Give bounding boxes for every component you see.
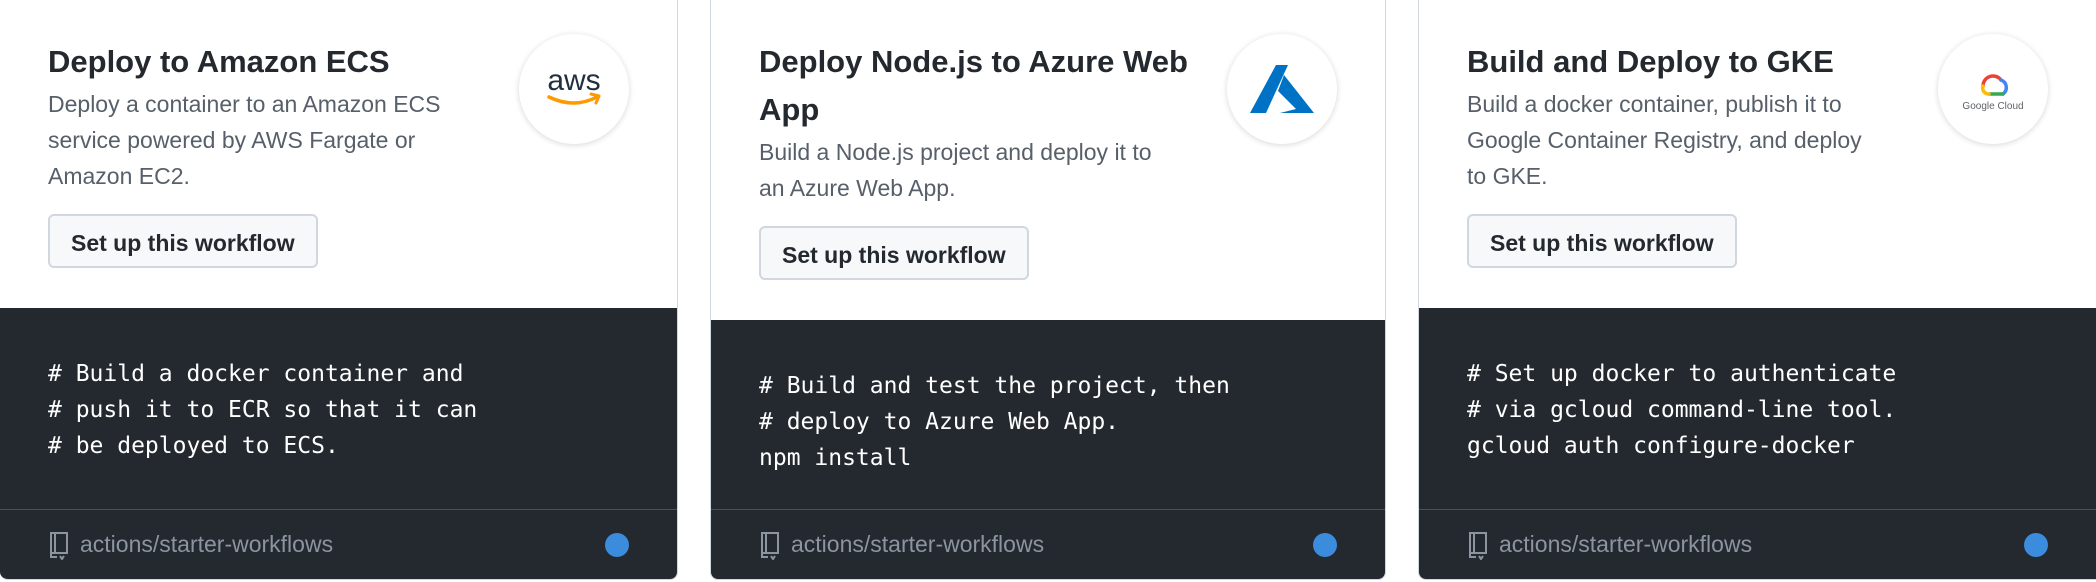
repo-icon: [48, 530, 72, 560]
code-line: # via gcloud command-line tool.: [1467, 397, 1897, 423]
code-preview: # Build and test the project, then # depl…: [711, 320, 1385, 579]
language-color-dot: [2024, 532, 2048, 557]
card-description: Build a Node.js project and deploy it to…: [759, 139, 1152, 201]
workflow-card-amazon-ecs: Deploy to Amazon ECS Deploy a container …: [0, 0, 678, 580]
repo-link[interactable]: actions/starter-workflows: [80, 531, 333, 558]
set-up-workflow-button[interactable]: Set up this workflow: [48, 214, 318, 268]
card-title: Build and Deploy to GKE: [1467, 44, 1834, 79]
code-line: gcloud auth configure-docker: [1467, 433, 1855, 459]
card-header: Deploy to Amazon ECS Deploy a container …: [0, 0, 677, 268]
card-footer: actions/starter-workflows: [0, 509, 677, 579]
card-footer: actions/starter-workflows: [711, 509, 1385, 579]
card-description: Deploy a container to an Amazon ECS serv…: [48, 91, 441, 189]
repo-icon: [1467, 530, 1491, 560]
aws-logo-icon: aws: [519, 34, 629, 144]
svg-text:Google Cloud: Google Cloud: [1962, 101, 2023, 112]
repo-link[interactable]: actions/starter-workflows: [791, 531, 1044, 558]
code-line: # be deployed to ECS.: [48, 433, 339, 459]
card-header: Build and Deploy to GKE Build a docker c…: [1419, 0, 2096, 268]
card-footer: actions/starter-workflows: [1419, 509, 2096, 579]
language-color-dot: [605, 532, 629, 557]
repo-icon: [759, 530, 783, 560]
repo-link[interactable]: actions/starter-workflows: [1499, 531, 1752, 558]
azure-logo-icon: [1227, 34, 1337, 144]
workflow-card-gke: Build and Deploy to GKE Build a docker c…: [1418, 0, 2096, 580]
card-title: Deploy Node.js to Azure Web App: [759, 44, 1188, 127]
code-line: # push it to ECR so that it can: [48, 397, 478, 423]
code-preview: # Build a docker container and # push it …: [0, 308, 677, 579]
language-color-dot: [1313, 532, 1337, 557]
svg-text:aws: aws: [547, 64, 600, 97]
code-line: # Build a docker container and: [48, 361, 464, 387]
code-line: # Build and test the project, then: [759, 373, 1230, 399]
code-line: # deploy to Azure Web App.: [759, 409, 1120, 435]
set-up-workflow-button[interactable]: Set up this workflow: [1467, 214, 1737, 268]
code-line: # Set up docker to authenticate: [1467, 361, 1897, 387]
set-up-workflow-button[interactable]: Set up this workflow: [759, 226, 1029, 280]
code-preview: # Set up docker to authenticate # via gcl…: [1419, 308, 2096, 579]
code-line: npm install: [759, 445, 912, 471]
google-cloud-logo-icon: Google Cloud: [1938, 34, 2048, 144]
workflow-card-azure-web-app: Deploy Node.js to Azure Web App Build a …: [710, 0, 1386, 580]
card-title: Deploy to Amazon ECS: [48, 44, 390, 79]
card-header: Deploy Node.js to Azure Web App Build a …: [711, 0, 1385, 280]
card-description: Build a docker container, publish it to …: [1467, 91, 1862, 189]
